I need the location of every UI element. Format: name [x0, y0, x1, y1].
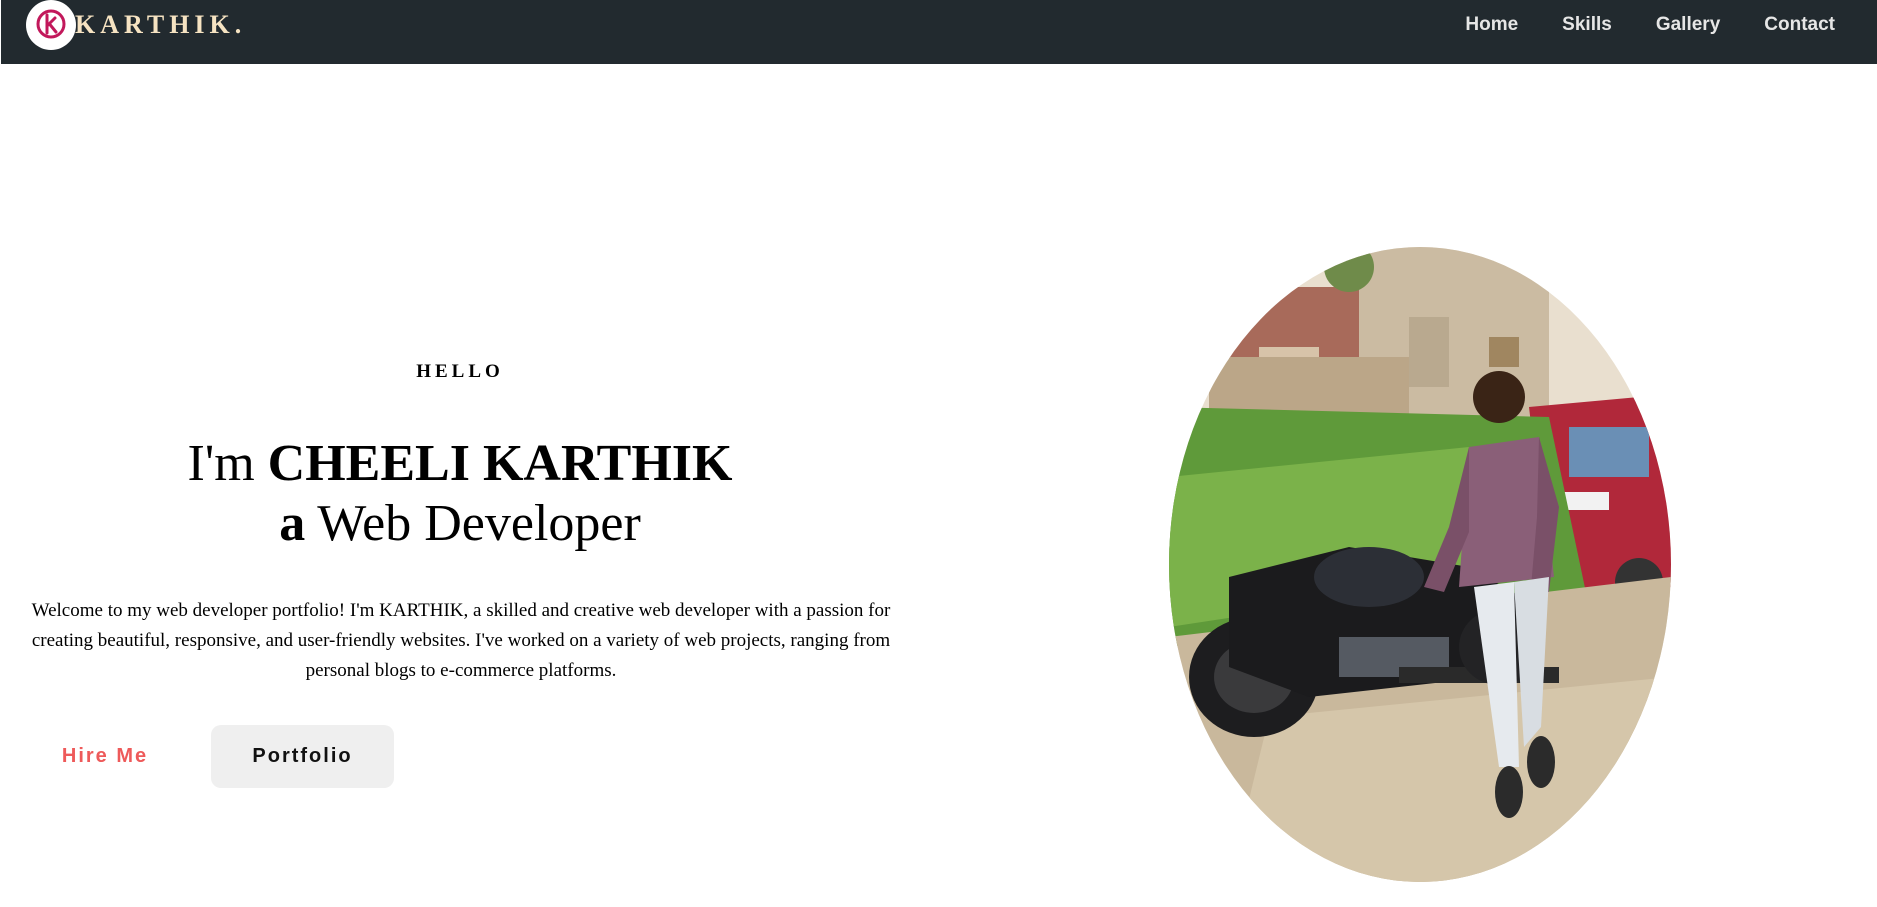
hero-name: CHEELI KARTHIK — [267, 435, 733, 492]
role-title: Web Developer — [305, 495, 641, 552]
nav-link-gallery[interactable]: Gallery — [1656, 13, 1720, 37]
nav-link-contact[interactable]: Contact — [1764, 13, 1835, 37]
navbar: KARTHIK. Home Skills Gallery Contact — [1, 0, 1877, 64]
logo[interactable] — [26, 0, 76, 50]
nav-links: Home Skills Gallery Contact — [1421, 13, 1835, 37]
brand-name[interactable]: KARTHIK. — [75, 10, 246, 40]
headline-prefix: I'm — [187, 435, 268, 492]
headline-line-1: I'm CHEELI KARTHIK — [0, 434, 920, 494]
portfolio-button[interactable]: Portfolio — [211, 725, 394, 788]
nav-link-skills[interactable]: Skills — [1562, 13, 1612, 37]
intro-paragraph: Welcome to my web developer portfolio! I… — [31, 600, 891, 681]
nav-link-home[interactable]: Home — [1465, 13, 1518, 37]
profile-photo — [1169, 247, 1671, 882]
headline-line-2: a Web Developer — [0, 494, 920, 554]
role-article: a — [279, 495, 306, 552]
headline: I'm CHEELI KARTHIK a Web Developer — [0, 434, 920, 554]
hire-me-button[interactable]: Hire Me — [46, 726, 164, 786]
greeting: HELLO — [416, 361, 504, 382]
k-monogram-icon — [36, 9, 66, 39]
